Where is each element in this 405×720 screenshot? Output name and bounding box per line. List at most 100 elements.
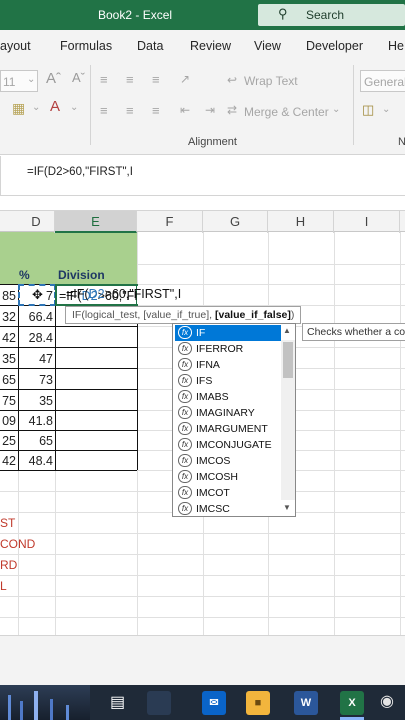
autocomplete-item[interactable]: fx IF <box>175 325 281 341</box>
tooltip-close: ) <box>290 309 295 321</box>
autocomplete-scroll-thumb[interactable] <box>283 342 293 378</box>
header-pct: % <box>19 268 30 282</box>
pct-cell[interactable]: 41.8 <box>19 414 53 428</box>
tab-help[interactable]: He <box>388 39 404 53</box>
tab-view[interactable]: View <box>254 39 281 53</box>
column-header-h[interactable]: H <box>268 211 334 233</box>
currency-icon[interactable]: ◫ <box>362 102 374 118</box>
orientation-icon[interactable]: ↗ <box>180 72 190 86</box>
division-label: L <box>0 579 7 593</box>
autocomplete-item[interactable]: fx IMCOS <box>175 453 281 469</box>
autocomplete-item[interactable]: fx IMCOSH <box>175 469 281 485</box>
tab-developer[interactable]: Developer <box>306 39 363 53</box>
pct-cell[interactable]: 35 <box>19 394 53 408</box>
outdent-icon[interactable]: ⇥ <box>205 103 215 117</box>
row-left-value: 65 <box>2 373 16 387</box>
scroll-down-icon[interactable]: ▼ <box>283 503 291 512</box>
function-autocomplete-list[interactable]: fx IF fx IFERROR fx IFNA fx IFS fx IMABS fx IM… <box>172 323 296 517</box>
decrease-font-icon[interactable]: Aˇ <box>72 70 85 85</box>
function-icon: fx <box>178 454 192 467</box>
fill-color-icon[interactable]: ▦ <box>12 100 25 117</box>
column-header-g[interactable]: G <box>203 211 268 233</box>
chevron-down-icon[interactable]: ⌄ <box>70 102 78 113</box>
pct-cell[interactable]: 66.4 <box>19 310 53 324</box>
function-description: Checks whether a co <box>302 323 405 341</box>
chevron-down-icon: ⌄ <box>27 74 36 85</box>
align-middle-icon[interactable]: ≡ <box>126 72 134 87</box>
align-top-icon[interactable]: ≡ <box>100 72 108 87</box>
wrap-text-button[interactable]: Wrap Text <box>244 74 298 88</box>
word-icon[interactable]: W <box>294 691 318 715</box>
function-icon: fx <box>178 326 192 339</box>
scroll-up-icon[interactable]: ▲ <box>283 326 291 335</box>
pct-cell[interactable]: 47 <box>19 352 53 366</box>
excel-icon[interactable]: X <box>340 691 364 715</box>
header-division: Division <box>58 268 105 282</box>
column-header-e[interactable]: E <box>55 211 137 233</box>
align-center-icon[interactable]: ≡ <box>126 103 134 118</box>
move-cursor-icon: ✥ <box>32 287 43 302</box>
font-color-icon[interactable]: A <box>50 98 60 115</box>
align-left-icon[interactable]: ≡ <box>100 103 108 118</box>
tab-formulas[interactable]: Formulas <box>60 39 112 53</box>
pct-cell[interactable]: 65 <box>19 434 53 448</box>
autocomplete-item[interactable]: fx IMCSC <box>175 501 281 517</box>
edit-overflow-ref: D2 <box>88 287 105 301</box>
division-label: ST <box>0 516 16 530</box>
chevron-down-icon[interactable]: ⌄ <box>332 104 340 115</box>
tab-data[interactable]: Data <box>137 39 163 53</box>
autocomplete-item[interactable]: fx IFNA <box>175 357 281 373</box>
row-left-value: 09 <box>2 414 16 428</box>
ribbon-tabs: ayout Formulas Data Review View Develope… <box>0 30 405 60</box>
autocomplete-item[interactable]: fx IMARGUMENT <box>175 421 281 437</box>
search-box[interactable]: ⚲ Search <box>258 4 405 26</box>
row-left-value: 35 <box>2 352 16 366</box>
chevron-down-icon[interactable]: ⌄ <box>32 102 40 113</box>
wrap-text-icon[interactable]: ↩ <box>227 73 237 87</box>
autocomplete-item[interactable]: fx IFS <box>175 373 281 389</box>
chevron-down-icon[interactable]: ⌄ <box>382 104 390 115</box>
autocomplete-item[interactable]: fx IMCOT <box>175 485 281 501</box>
function-icon: fx <box>178 342 192 355</box>
division-label: RD <box>0 558 18 572</box>
function-tooltip: IF(logical_test, [value_if_true], [value… <box>65 306 301 324</box>
indent-icon[interactable]: ⇤ <box>180 103 190 117</box>
row-left-value: 32 <box>2 310 16 324</box>
increase-font-icon[interactable]: Aˆ <box>46 70 61 87</box>
function-icon: fx <box>178 438 192 451</box>
number-format-dropdown[interactable]: General <box>360 70 405 92</box>
division-label: COND <box>0 537 36 551</box>
number-group-label: N <box>398 136 405 148</box>
mail-icon[interactable]: ✉ <box>202 691 226 715</box>
merge-center-button[interactable]: Merge & Center <box>244 105 329 119</box>
number-format-value: General <box>364 75 405 89</box>
autocomplete-item[interactable]: fx IMAGINARY <box>175 405 281 421</box>
ribbon: 11 ⌄ Aˆ Aˇ ▦ ⌄ A ⌄ ≡ ≡ ≡ ↗ ↩ Wrap Text ≡… <box>0 60 405 155</box>
folder-icon[interactable]: ■ <box>246 691 270 715</box>
task-view-icon[interactable]: ▤ <box>110 692 125 712</box>
align-right-icon[interactable]: ≡ <box>152 103 160 118</box>
function-icon: fx <box>178 486 192 499</box>
tab-review[interactable]: Review <box>190 39 231 53</box>
autocomplete-item[interactable]: fx IFERROR <box>175 341 281 357</box>
tab-page-layout[interactable]: ayout <box>0 39 31 53</box>
formula-bar[interactable]: =IF(D2>60,"FIRST",I <box>0 156 405 196</box>
font-size-dropdown[interactable]: 11 ⌄ <box>0 70 38 92</box>
column-header-f[interactable]: F <box>137 211 203 233</box>
other-app-icon[interactable]: ◉ <box>380 691 394 711</box>
merge-icon[interactable]: ⇄ <box>227 103 237 117</box>
function-icon: fx <box>178 374 192 387</box>
taskbar: ▤ ✉ ■ W X ◉ <box>0 685 405 720</box>
sheet-status-bar <box>0 635 405 685</box>
pct-cell[interactable]: 28.4 <box>19 331 53 345</box>
column-header-d[interactable]: D <box>18 211 55 233</box>
column-header-i[interactable]: I <box>334 211 400 233</box>
align-bottom-icon[interactable]: ≡ <box>152 72 160 87</box>
pct-cell[interactable]: 48.4 <box>19 454 53 468</box>
tooltip-current-arg[interactable]: [value_if_false] <box>215 309 291 321</box>
autocomplete-item[interactable]: fx IMABS <box>175 389 281 405</box>
autocomplete-item[interactable]: fx IMCONJUGATE <box>175 437 281 453</box>
pct-cell[interactable]: 73 <box>19 373 53 387</box>
alignment-group-label: Alignment <box>188 136 237 148</box>
store-icon[interactable] <box>147 691 171 715</box>
